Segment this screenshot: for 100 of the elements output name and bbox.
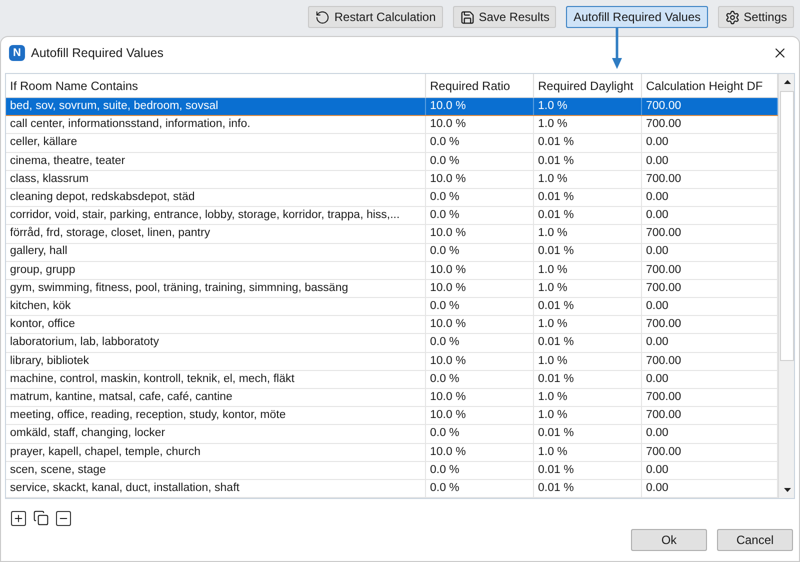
table-row[interactable]: celler, källare 0.0 % 0.01 % 0.00 xyxy=(6,134,778,153)
table-row[interactable]: cleaning depot, redskabsdepot, städ 0.0 % 0.01 % 0.00 xyxy=(6,188,778,208)
table-cell: 0.0 % xyxy=(426,370,534,388)
table-cell: laboratorium, lab, labboratoty xyxy=(6,334,426,352)
table-cell: 10.0 % xyxy=(426,98,534,116)
duplicate-button[interactable] xyxy=(32,509,50,527)
table-cell: 1.0 % xyxy=(534,98,642,116)
table-cell: 0.0 % xyxy=(426,334,534,352)
table-cell: omkäld, staff, changing, locker xyxy=(6,425,426,443)
table-cell: 10.0 % xyxy=(426,352,534,370)
table-cell: bed, sov, sovrum, suite, bedroom, sovsal xyxy=(6,98,426,116)
table-cell: 1.0 % xyxy=(534,316,642,334)
settings-icon xyxy=(724,10,740,24)
table-cell: prayer, kapell, chapel, temple, church xyxy=(6,444,426,461)
table-cell: 0.0 % xyxy=(426,425,534,443)
table-row[interactable]: group, grupp 10.0 % 1.0 % 700.00 xyxy=(6,262,778,280)
restart-icon xyxy=(315,10,330,24)
save-icon xyxy=(460,10,475,24)
table-cell: class, klassrum xyxy=(6,170,426,188)
toolbar-button[interactable]: Restart Calculation xyxy=(308,6,443,28)
remove-button[interactable] xyxy=(56,510,71,526)
table-cell: 10.0 % xyxy=(426,389,534,406)
table-cell: 0.0 % xyxy=(426,480,534,498)
table-cell: kontor, office xyxy=(6,316,426,334)
table-cell: 0.0 % xyxy=(426,152,534,170)
table-cell: 10.0 % xyxy=(426,407,534,424)
table-row[interactable]: matrum, kantine, matsal, cafe, café, cantine 10.0 % 1.0 % 700.00 xyxy=(6,389,778,408)
table-cell: gallery, hall xyxy=(6,244,426,261)
table-cell: matrum, kantine, matsal, cafe, café, cantine xyxy=(6,389,426,406)
table-cell: 0.01 % xyxy=(534,425,642,443)
table-cell: 0.01 % xyxy=(534,134,642,152)
table-row[interactable]: förråd, frd, storage, closet, linen, pantry 10.0 % 1.0 % 700.00 xyxy=(6,225,778,244)
dialog-button[interactable]: Ok xyxy=(631,529,707,551)
toolbar-button[interactable]: Settings xyxy=(718,6,794,28)
table-cell: call center, informationsstand, information, info. xyxy=(6,116,426,134)
table-row[interactable]: cinema, theatre, teater 0.0 % 0.01 % 0.00 xyxy=(6,152,778,171)
table-cell: 0.0 % xyxy=(426,462,534,479)
table-cell: 0.0 % xyxy=(426,298,534,316)
table-cell: cleaning depot, redskabsdepot, städ xyxy=(6,188,426,206)
table-row[interactable]: meeting, office, reading, reception, study, kontor, möte 10.0 % 1.0 % 700.00 xyxy=(6,407,778,426)
table-cell: library, bibliotek xyxy=(6,352,426,370)
table-cell: 10.0 % xyxy=(426,225,534,242)
table-cell: scen, scene, stage xyxy=(6,462,426,479)
table-row[interactable]: kontor, office 10.0 % 1.0 % 700.00 xyxy=(6,316,778,334)
table-row[interactable]: call center, informationsstand, information, info. 10.0 % 1.0 % 700.00 xyxy=(6,116,778,134)
table-cell: 0.01 % xyxy=(534,480,642,498)
column-header[interactable]: Required Ratio xyxy=(426,74,534,98)
column-header[interactable]: If Room Name Contains xyxy=(6,74,426,98)
vertical-scrollbar[interactable] xyxy=(778,74,794,498)
column-header[interactable]: Required Daylight xyxy=(534,74,642,98)
table-cell: gym, swimming, fitness, pool, träning, training, simmning, bassäng xyxy=(6,280,426,298)
table-cell: 0.01 % xyxy=(534,334,642,352)
table-cell: corridor, void, stair, parking, entrance, lobby, storage, korridor, trappa, hiss,... xyxy=(6,207,426,224)
table-cell: 10.0 % xyxy=(426,444,534,461)
table-cell: 0.01 % xyxy=(534,298,642,316)
table-row[interactable]: laboratorium, lab, labboratoty 0.0 % 0.01 % 0.00 xyxy=(6,334,778,353)
table-row[interactable]: library, bibliotek 10.0 % 1.0 % 700.00 xyxy=(6,352,778,371)
table-cell: cinema, theatre, teater xyxy=(6,152,426,170)
table-cell: kitchen, kök xyxy=(6,298,426,316)
scroll-thumb[interactable] xyxy=(780,91,794,361)
table-cell: 0.0 % xyxy=(426,134,534,152)
pointer-arrow xyxy=(611,28,623,70)
table-row[interactable]: machine, control, maskin, kontroll, teknik, el, mech, fläkt 0.0 % 0.01 % 0.00 xyxy=(6,370,778,389)
table-cell: 10.0 % xyxy=(426,316,534,334)
table-cell: group, grupp xyxy=(6,262,426,279)
table-cell: 0.01 % xyxy=(534,188,642,206)
table-cell: 0.01 % xyxy=(534,207,642,224)
table-cell: celler, källare xyxy=(6,134,426,152)
table-row[interactable]: class, klassrum 10.0 % 1.0 % 700.00 xyxy=(6,170,778,189)
table-cell: 1.0 % xyxy=(534,170,642,188)
column-header[interactable]: Calculation Height DF xyxy=(642,74,778,98)
add-button[interactable] xyxy=(11,510,26,526)
table-row[interactable]: bed, sov, sovrum, suite, bedroom, sovsal 10.0 % 1.0 % 700.00 xyxy=(6,98,778,116)
table-row[interactable]: prayer, kapell, chapel, temple, church 10.0 % 1.0 % 700.00 xyxy=(6,444,778,462)
table-cell: meeting, office, reading, reception, study, kontor, möte xyxy=(6,407,426,424)
toolbar-button[interactable]: Save Results xyxy=(452,6,556,28)
table-cell: 1.0 % xyxy=(534,280,642,298)
table-row[interactable]: service, skackt, kanal, duct, installation, shaft 0.0 % 0.01 % 0.00 xyxy=(6,480,778,498)
table-cell: 1.0 % xyxy=(534,116,642,134)
copy-icon xyxy=(33,510,49,526)
table-cell: 1.0 % xyxy=(534,407,642,424)
table-cell: 1.0 % xyxy=(534,389,642,406)
table-cell: service, skackt, kanal, duct, installation, shaft xyxy=(6,480,426,498)
table-row[interactable]: scen, scene, stage 0.0 % 0.01 % 0.00 xyxy=(6,462,778,480)
table-cell: 1.0 % xyxy=(534,352,642,370)
table-cell: 10.0 % xyxy=(426,262,534,279)
table-row[interactable]: omkäld, staff, changing, locker 0.0 % 0.01 % 0.00 xyxy=(6,425,778,444)
table-row[interactable]: kitchen, kök 0.0 % 0.01 % 0.00 xyxy=(6,298,778,316)
table-cell: 1.0 % xyxy=(534,262,642,279)
toolbar-button[interactable]: Autofill Required Values xyxy=(566,6,708,28)
table-cell: förråd, frd, storage, closet, linen, pantry xyxy=(6,225,426,242)
table-row[interactable]: gym, swimming, fitness, pool, träning, training, simmning, bassäng 10.0 % 1.0 % 700.00 xyxy=(6,280,778,298)
dialog-button[interactable]: Cancel xyxy=(717,529,793,551)
table-cell: machine, control, maskin, kontroll, teknik, el, mech, fläkt xyxy=(6,370,426,388)
table-cell: 1.0 % xyxy=(534,444,642,461)
table-cell: 1.0 % xyxy=(534,225,642,242)
table-row[interactable]: corridor, void, stair, parking, entrance, lobby, storage, korridor, trappa, hiss,... 0.0 % 0.01 % 0.00 xyxy=(6,207,778,226)
table-row[interactable]: gallery, hall 0.0 % 0.01 % 0.00 xyxy=(6,244,778,262)
table-cell: 0.01 % xyxy=(534,462,642,479)
table-cell: 0.01 % xyxy=(534,152,642,170)
